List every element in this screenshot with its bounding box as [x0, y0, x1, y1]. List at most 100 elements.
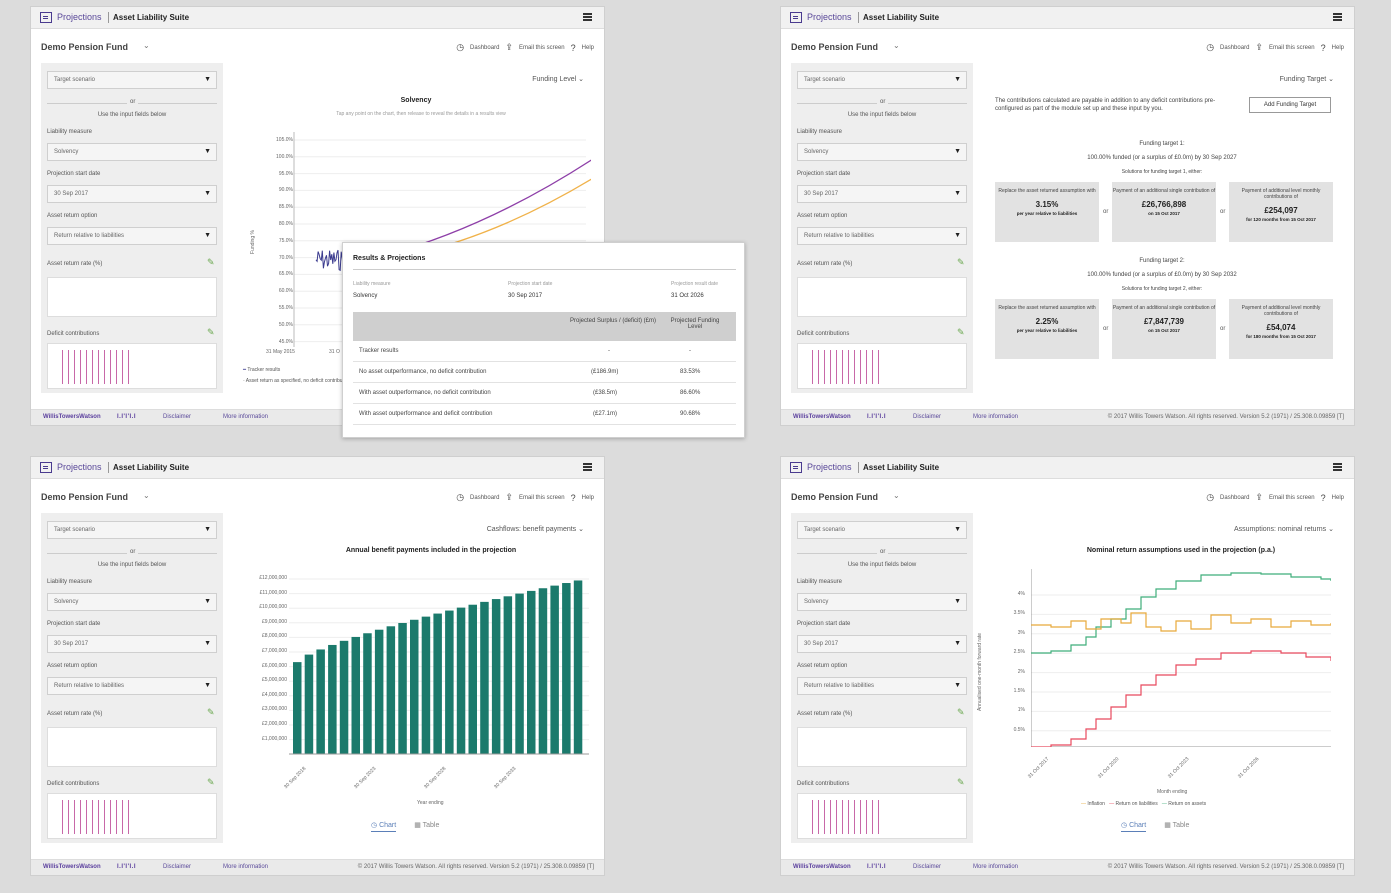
target-scenario-select[interactable]: Target scenario ▼	[797, 71, 967, 89]
start-date-select[interactable]: 30 Sep 2017 ▼	[797, 185, 967, 203]
edit-pencil-icon[interactable]: ✎	[207, 257, 215, 268]
disclaimer-link[interactable]: Disclaimer	[163, 864, 191, 870]
bar	[410, 619, 419, 754]
view-select[interactable]: Funding Target ⌄	[1280, 75, 1334, 83]
start-date-select[interactable]: 30 Sep 2017 ▼	[47, 635, 217, 653]
help-link[interactable]: Help	[582, 45, 594, 51]
dashboard-link[interactable]: Dashboard	[470, 495, 499, 501]
y-tick: 3%	[1017, 629, 1025, 636]
view-select[interactable]: Assumptions: nominal returns ⌄	[1234, 525, 1334, 533]
edit-pencil-icon[interactable]: ✎	[207, 777, 215, 788]
deficit-contributions-box[interactable]	[47, 793, 217, 839]
chevron-down-icon[interactable]: ⌄	[893, 41, 900, 50]
dashboard-icon[interactable]: ◷	[1206, 492, 1214, 503]
edit-pencil-icon[interactable]: ✎	[207, 327, 215, 338]
asset-option-select[interactable]: Return relative to liabilities ▼	[47, 677, 217, 695]
deficit-bars	[812, 800, 882, 834]
email-link[interactable]: Email this screen	[1269, 495, 1315, 501]
email-link[interactable]: Email this screen	[519, 495, 565, 501]
funding-target-desc: 100.00% funded (or a surplus of £0.0m) b…	[1087, 155, 1237, 161]
help-icon[interactable]: ?	[571, 43, 576, 53]
suite-name: Asset Liability Suite	[863, 463, 940, 472]
share-icon[interactable]: ⇪	[505, 42, 513, 53]
help-icon[interactable]: ?	[1321, 43, 1326, 53]
deficit-contributions-box[interactable]	[797, 343, 967, 389]
asset-rate-input[interactable]	[797, 277, 967, 317]
target-scenario-select[interactable]: Target scenario ▼	[47, 521, 217, 539]
liability-select[interactable]: Solvency ▼	[797, 593, 967, 611]
or-text: or	[1220, 209, 1226, 215]
add-funding-target-button[interactable]: Add Funding Target	[1249, 97, 1331, 113]
dashboard-link[interactable]: Dashboard	[1220, 45, 1249, 51]
dashboard-icon[interactable]: ◷	[456, 42, 464, 53]
view-select[interactable]: Funding Level ⌄	[532, 75, 584, 83]
share-icon[interactable]: ⇪	[505, 492, 513, 503]
help-icon[interactable]: ?	[571, 493, 576, 503]
help-link[interactable]: Help	[1332, 45, 1344, 51]
dashboard-icon[interactable]: ◷	[1206, 42, 1214, 53]
help-link[interactable]: Help	[1332, 495, 1344, 501]
hamburger-menu-icon[interactable]	[583, 13, 592, 21]
more-info-link[interactable]: More information	[223, 864, 268, 870]
asset-rate-input[interactable]	[47, 727, 217, 767]
start-date-select[interactable]: 30 Sep 2017 ▼	[797, 635, 967, 653]
fund-name[interactable]: Demo Pension Fund	[41, 42, 128, 52]
share-icon[interactable]: ⇪	[1255, 42, 1263, 53]
edit-pencil-icon[interactable]: ✎	[957, 777, 965, 788]
hamburger-menu-icon[interactable]	[583, 463, 592, 471]
dashboard-link[interactable]: Dashboard	[1220, 495, 1249, 501]
dashboard-link[interactable]: Dashboard	[470, 45, 499, 51]
liability-select[interactable]: Solvency ▼	[47, 143, 217, 161]
help-link[interactable]: Help	[582, 495, 594, 501]
card-value: 2.25%	[1035, 317, 1059, 326]
hamburger-menu-icon[interactable]	[1333, 13, 1342, 21]
sidebar: Target scenario ▼ or Use the input fields…	[41, 63, 223, 393]
email-link[interactable]: Email this screen	[519, 45, 565, 51]
asset-option-select[interactable]: Return relative to liabilities ▼	[47, 227, 217, 245]
target-scenario-select[interactable]: Target scenario ▼	[47, 71, 217, 89]
liability-select[interactable]: Solvency ▼	[47, 593, 217, 611]
help-icon[interactable]: ?	[1321, 493, 1326, 503]
chevron-down-icon[interactable]: ⌄	[143, 491, 150, 500]
fund-name[interactable]: Demo Pension Fund	[791, 492, 878, 502]
chart-subtitle: Tap any point on the chart, then release…	[336, 111, 506, 117]
edit-pencil-icon[interactable]: ✎	[957, 707, 965, 718]
liability-select[interactable]: Solvency ▼	[797, 143, 967, 161]
asset-rate-input[interactable]	[797, 727, 967, 767]
asset-option-select[interactable]: Return relative to liabilities ▼	[797, 227, 967, 245]
x-tick: 31 Oct 2017	[1026, 756, 1051, 780]
nominal-returns-chart[interactable]	[1031, 569, 1331, 747]
tab-chart[interactable]: ◷ Chart	[371, 821, 397, 832]
edit-pencil-icon[interactable]: ✎	[957, 327, 965, 338]
disclaimer-link[interactable]: Disclaimer	[913, 864, 941, 870]
popup-header: Liability measure	[353, 281, 391, 287]
target-scenario-select[interactable]: Target scenario ▼	[797, 521, 967, 539]
edit-pencil-icon[interactable]: ✎	[207, 707, 215, 718]
benefit-payments-chart[interactable]	[289, 573, 589, 763]
chevron-down-icon[interactable]: ⌄	[143, 41, 150, 50]
dashboard-icon[interactable]: ◷	[456, 492, 464, 503]
tab-table[interactable]: ▦ Table	[1164, 821, 1189, 832]
disclaimer-link[interactable]: Disclaimer	[163, 414, 191, 420]
more-info-link[interactable]: More information	[973, 414, 1018, 420]
tab-chart[interactable]: ◷ Chart	[1121, 821, 1147, 832]
share-icon[interactable]: ⇪	[1255, 492, 1263, 503]
view-select[interactable]: Cashflows: benefit payments ⌄	[487, 525, 584, 533]
asset-rate-input[interactable]	[47, 277, 217, 317]
fund-name[interactable]: Demo Pension Fund	[41, 492, 128, 502]
edit-pencil-icon[interactable]: ✎	[957, 257, 965, 268]
bar	[445, 610, 454, 754]
chevron-down-icon[interactable]: ⌄	[893, 491, 900, 500]
more-info-link[interactable]: More information	[973, 864, 1018, 870]
disclaimer-link[interactable]: Disclaimer	[913, 414, 941, 420]
asset-option-select[interactable]: Return relative to liabilities ▼	[797, 677, 967, 695]
fund-name[interactable]: Demo Pension Fund	[791, 42, 878, 52]
start-date-select[interactable]: 30 Sep 2017 ▼	[47, 185, 217, 203]
dropdown-arrow-icon: ▼	[204, 640, 211, 647]
tab-table[interactable]: ▦ Table	[414, 821, 439, 832]
deficit-contributions-box[interactable]	[797, 793, 967, 839]
deficit-contributions-box[interactable]	[47, 343, 217, 389]
email-link[interactable]: Email this screen	[1269, 45, 1315, 51]
hamburger-menu-icon[interactable]	[1333, 463, 1342, 471]
more-info-link[interactable]: More information	[223, 414, 268, 420]
